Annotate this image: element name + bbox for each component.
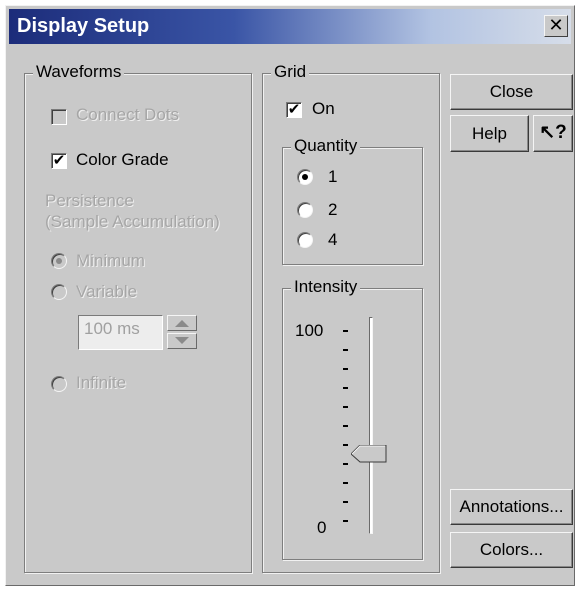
spin-up-button[interactable]	[167, 315, 197, 331]
whats-this-help-icon: ↖?	[539, 122, 567, 143]
spin-down-button[interactable]	[167, 333, 197, 349]
waveforms-group-title: Waveforms	[33, 62, 125, 82]
minimum-radio[interactable]	[51, 253, 67, 269]
intensity-max-label: 100	[295, 321, 324, 340]
persistence-label: Persistence	[45, 191, 134, 210]
variable-label: Variable	[76, 282, 138, 301]
quantity-option-2: 2	[328, 200, 338, 219]
checkmark-icon: ✔	[287, 101, 301, 118]
quantity-radio-4[interactable]	[297, 232, 313, 248]
intensity-min-label: 0	[317, 518, 327, 537]
connect-dots-label: Connect Dots	[76, 105, 179, 124]
dialog-title: Display Setup	[17, 15, 150, 37]
infinite-radio[interactable]	[51, 376, 67, 392]
close-button[interactable]: Close	[450, 74, 573, 110]
quantity-option-4: 4	[328, 230, 338, 249]
display-setup-dialog: Display Setup ✕ Waveforms Connect Dots ✔…	[5, 5, 575, 586]
quantity-radio-1[interactable]	[297, 169, 313, 185]
color-grade-label: Color Grade	[76, 150, 169, 169]
variable-value-input[interactable]: 100 ms	[78, 315, 163, 350]
colors-button[interactable]: Colors...	[450, 532, 573, 568]
quantity-radio-2[interactable]	[297, 202, 313, 218]
annotations-button[interactable]: Annotations...	[450, 489, 573, 525]
color-grade-checkbox[interactable]: ✔	[51, 153, 67, 169]
intensity-group-title: Intensity	[291, 277, 361, 297]
selected-dot	[302, 174, 308, 180]
checkmark-icon: ✔	[52, 152, 66, 169]
grid-group-title: Grid	[271, 62, 310, 82]
selected-dot	[56, 258, 62, 264]
grid-on-label: On	[312, 99, 335, 118]
intensity-group: Intensity 100 0	[282, 277, 423, 560]
variable-value-text: 100 ms	[84, 319, 140, 338]
triangle-down-icon	[175, 337, 189, 344]
whats-this-help-button[interactable]: ↖?	[533, 115, 573, 152]
grid-on-checkbox[interactable]: ✔	[286, 102, 302, 118]
title-bar[interactable]: Display Setup ✕	[9, 9, 571, 44]
variable-radio[interactable]	[51, 284, 67, 300]
intensity-slider-thumb[interactable]	[351, 445, 387, 463]
sample-accumulation-label: (Sample Accumulation)	[45, 212, 220, 231]
connect-dots-checkbox[interactable]	[51, 109, 67, 125]
help-button[interactable]: Help	[450, 115, 529, 152]
grid-group: Grid ✔ On Quantity 1 2 4 Intensity 100 0	[262, 62, 440, 573]
variable-spinner[interactable]	[167, 315, 197, 350]
waveforms-group: Waveforms Connect Dots ✔ Color Grade Per…	[24, 62, 252, 573]
quantity-group-title: Quantity	[291, 136, 361, 156]
quantity-option-1: 1	[328, 167, 338, 186]
infinite-label: Infinite	[76, 373, 127, 392]
close-window-button[interactable]: ✕	[544, 15, 568, 37]
triangle-up-icon	[175, 320, 189, 327]
intensity-slider-track[interactable]	[369, 317, 373, 534]
close-icon: ✕	[548, 15, 564, 35]
minimum-label: Minimum	[76, 251, 145, 270]
quantity-group: Quantity 1 2 4	[282, 136, 423, 265]
